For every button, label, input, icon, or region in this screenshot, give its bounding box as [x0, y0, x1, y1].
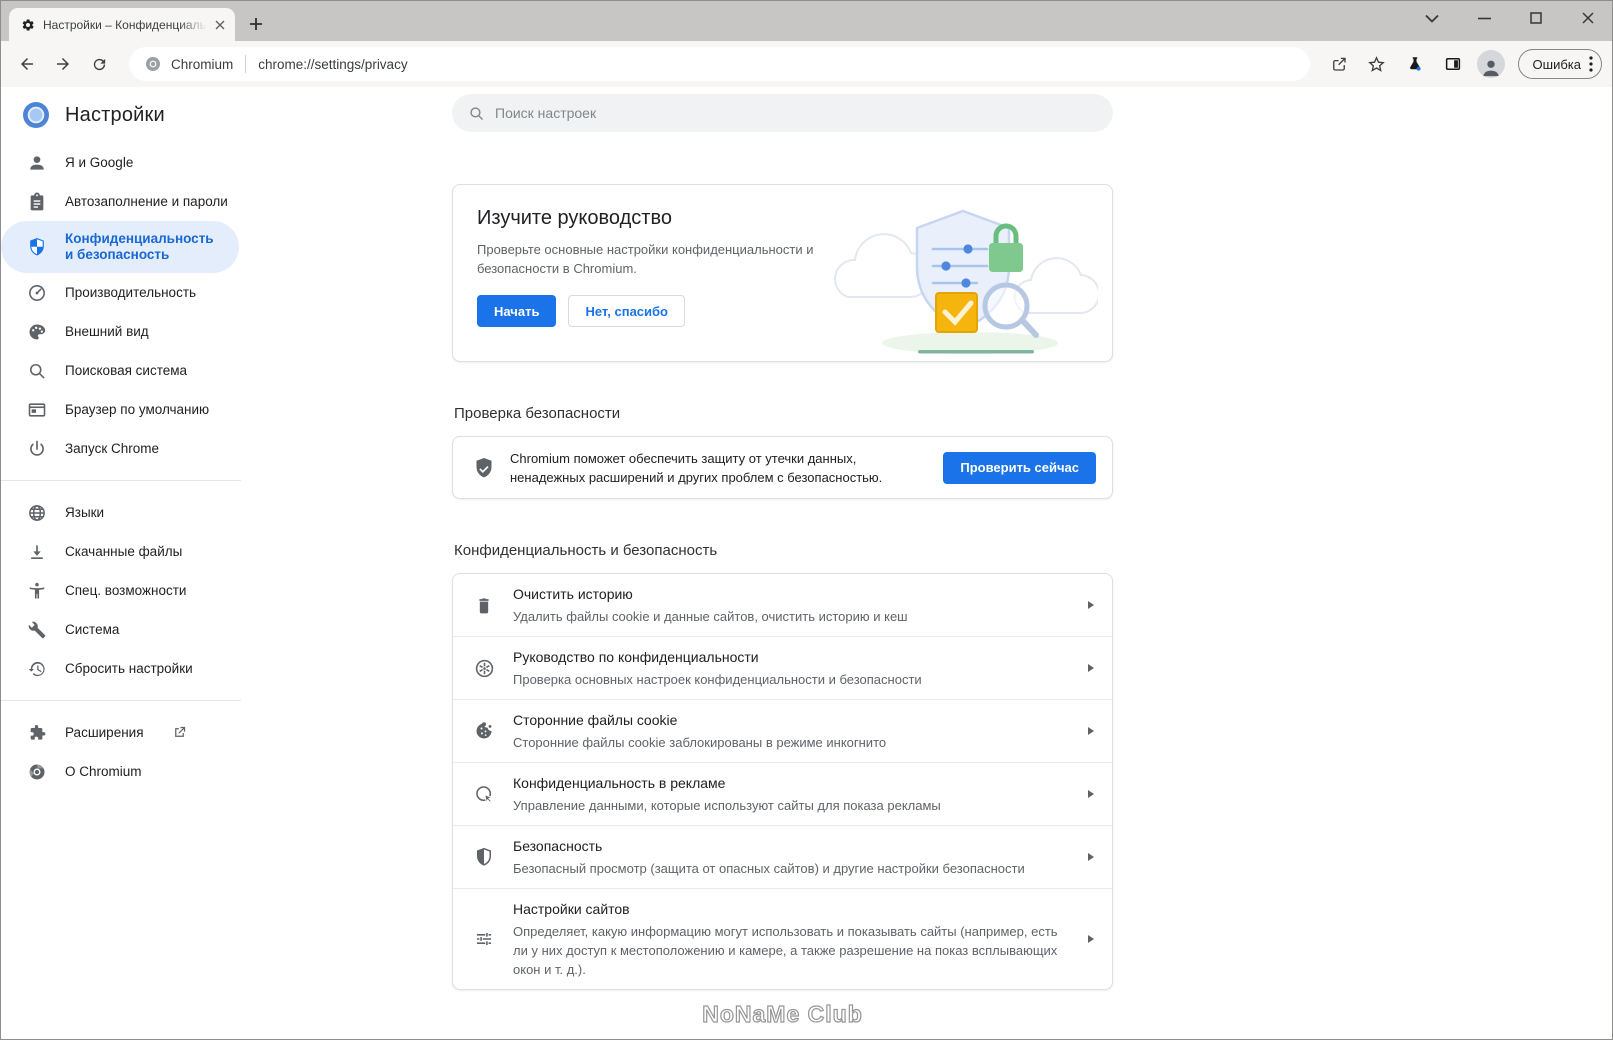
browser-window: Настройки – Конфиденциальн Chromium chro…	[0, 0, 1613, 1040]
autofill-icon	[27, 192, 47, 212]
maximize-button[interactable]	[1522, 6, 1550, 30]
row-privacy-guide[interactable]: Руководство по конфиденциальности Провер…	[453, 636, 1112, 699]
person-icon	[27, 153, 47, 173]
titlebar: Настройки – Конфиденциальн	[1, 1, 1612, 41]
back-icon[interactable]	[11, 48, 43, 80]
sidebar-item-appearance[interactable]: Внешний вид	[1, 312, 241, 351]
error-menu-button[interactable]: Ошибка	[1517, 49, 1602, 79]
external-link-icon	[172, 725, 187, 740]
security-shield-icon	[472, 847, 496, 867]
settings-sidebar: Настройки Я и Google Автозаполнение и па…	[1, 87, 241, 1039]
row-third-party-cookies[interactable]: Сторонние файлы cookie Сторонние файлы c…	[453, 699, 1112, 762]
download-icon	[27, 542, 47, 562]
guide-card-body: Проверьте основные настройки конфиденциа…	[477, 242, 814, 276]
toolbar: Chromium chrome://settings/privacy Ошибк…	[1, 41, 1612, 87]
gear-icon	[21, 18, 35, 32]
cookie-icon	[472, 721, 496, 741]
close-button[interactable]	[1574, 6, 1602, 30]
minimize-button[interactable]	[1470, 6, 1498, 30]
tune-icon	[472, 929, 496, 949]
kebab-menu-icon[interactable]	[1589, 56, 1593, 72]
trash-icon	[472, 595, 496, 615]
restore-icon	[27, 659, 47, 679]
sidebar-item-system[interactable]: Система	[1, 610, 241, 649]
sidebar-item-autofill[interactable]: Автозаполнение и пароли	[1, 182, 241, 221]
row-security[interactable]: Безопасность Безопасный просмотр (защита…	[453, 825, 1112, 888]
omnibox-divider	[245, 55, 247, 73]
chromium-logo-icon	[23, 102, 49, 128]
experiments-flask-icon[interactable]	[1399, 48, 1431, 80]
safety-check-header: Проверка безопасности	[454, 405, 621, 422]
power-icon	[27, 439, 47, 459]
chromium-icon	[27, 762, 47, 782]
bookmark-star-icon[interactable]	[1361, 48, 1393, 80]
privacy-section-header: Конфиденциальность и безопасность	[454, 542, 718, 559]
browser-icon	[27, 400, 47, 420]
forward-icon[interactable]	[47, 48, 79, 80]
sidebar-item-on-startup[interactable]: Запуск Chrome	[1, 429, 241, 468]
accessibility-icon	[27, 581, 47, 601]
safety-check-text: Chromium поможет обеспечить защиту от ут…	[510, 450, 883, 485]
sidebar-item-about[interactable]: О Chromium	[1, 752, 241, 791]
page-title: Настройки	[65, 103, 165, 126]
shield-illustration	[830, 193, 1098, 357]
sidebar-divider	[1, 700, 241, 701]
tab-search-chevron-icon[interactable]	[1418, 6, 1446, 30]
privacy-guide-promo-card: Изучите руководство Проверьте основные н…	[452, 184, 1113, 362]
speedometer-icon	[27, 283, 47, 303]
sidebar-item-downloads[interactable]: Скачанные файлы	[1, 532, 241, 571]
active-tab[interactable]: Настройки – Конфиденциальн	[9, 8, 235, 41]
settings-content: Изучите руководство Проверьте основные н…	[241, 87, 1612, 1039]
new-tab-button[interactable]	[243, 11, 269, 37]
sidebar-item-default-browser[interactable]: Браузер по умолчанию	[1, 390, 241, 429]
sidebar-item-accessibility[interactable]: Спец. возможности	[1, 571, 241, 610]
address-bar[interactable]: Chromium chrome://settings/privacy	[129, 47, 1310, 81]
search-input[interactable]	[495, 105, 1097, 121]
chromium-site-icon	[145, 56, 161, 72]
safety-check-card: Chromium поможет обеспечить защиту от ут…	[452, 436, 1113, 499]
sidebar-item-performance[interactable]: Производительность	[1, 273, 241, 312]
chevron-right-icon	[1088, 935, 1094, 943]
sidebar-item-privacy[interactable]: Конфиденциальность и безопасность	[1, 221, 239, 273]
sidebar-item-search-engine[interactable]: Поисковая система	[1, 351, 241, 390]
chevron-right-icon	[1088, 790, 1094, 798]
tab-close-icon[interactable]	[211, 16, 229, 34]
shield-icon	[27, 237, 47, 257]
puzzle-icon	[27, 723, 47, 743]
site-label: Chromium	[171, 56, 234, 72]
tab-title: Настройки – Конфиденциальн	[43, 17, 207, 32]
no-thanks-button[interactable]: Нет, спасибо	[568, 295, 686, 327]
reload-icon[interactable]	[83, 48, 115, 80]
start-button[interactable]: Начать	[477, 295, 557, 327]
privacy-list-card: Очистить историю Удалить файлы cookie и …	[452, 573, 1113, 990]
side-panel-icon[interactable]	[1437, 48, 1469, 80]
wrench-icon	[27, 620, 47, 640]
globe-icon	[27, 503, 47, 523]
row-site-settings[interactable]: Настройки сайтов Определяет, какую инфор…	[453, 888, 1112, 989]
row-clear-browsing-data[interactable]: Очистить историю Удалить файлы cookie и …	[453, 574, 1112, 636]
watermark: NoNaMe Club	[702, 1000, 863, 1027]
privacy-guide-icon	[472, 658, 496, 679]
chevron-right-icon	[1088, 853, 1094, 861]
profile-avatar[interactable]	[1475, 48, 1507, 80]
url-text: chrome://settings/privacy	[258, 56, 408, 72]
sidebar-item-languages[interactable]: Языки	[1, 493, 241, 532]
sidebar-item-people[interactable]: Я и Google	[1, 143, 241, 182]
sidebar-item-extensions[interactable]: Расширения	[1, 713, 241, 752]
chevron-right-icon	[1088, 664, 1094, 672]
search-icon	[27, 361, 47, 381]
check-now-button[interactable]: Проверить сейчас	[943, 451, 1096, 484]
chevron-right-icon	[1088, 601, 1094, 609]
palette-icon	[27, 322, 47, 342]
ads-click-icon	[472, 784, 496, 805]
row-ad-privacy[interactable]: Конфиденциальность в рекламе Управление …	[453, 762, 1112, 825]
share-icon[interactable]	[1323, 48, 1355, 80]
shield-check-icon	[472, 456, 496, 480]
sidebar-item-reset[interactable]: Сбросить настройки	[1, 649, 241, 688]
error-label: Ошибка	[1532, 56, 1581, 72]
search-icon	[468, 105, 485, 122]
chevron-right-icon	[1088, 727, 1094, 735]
sidebar-divider	[1, 480, 241, 481]
settings-search[interactable]	[452, 94, 1113, 132]
